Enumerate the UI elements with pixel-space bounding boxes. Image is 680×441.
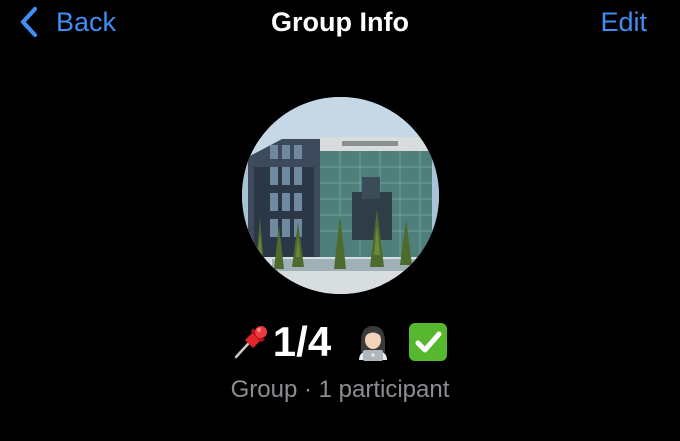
group-photo-building-image bbox=[242, 97, 439, 294]
edit-button[interactable]: Edit bbox=[600, 4, 647, 40]
check-mark-button-icon bbox=[409, 323, 448, 361]
page-title: Group Info bbox=[271, 7, 409, 37]
technologist-icon bbox=[359, 326, 388, 361]
group-subtitle: Group · 1 participant bbox=[230, 376, 450, 403]
group-name: 1/4 bbox=[0, 316, 680, 368]
pushpin-icon bbox=[234, 326, 267, 359]
group-name-text: 1/4 bbox=[272, 318, 332, 365]
group-info-screen: Back Group Info Edit 1/4 Group · 1 parti… bbox=[0, 0, 680, 441]
navigation-bar: Back Group Info Edit bbox=[0, 0, 680, 46]
group-avatar[interactable] bbox=[242, 97, 439, 294]
